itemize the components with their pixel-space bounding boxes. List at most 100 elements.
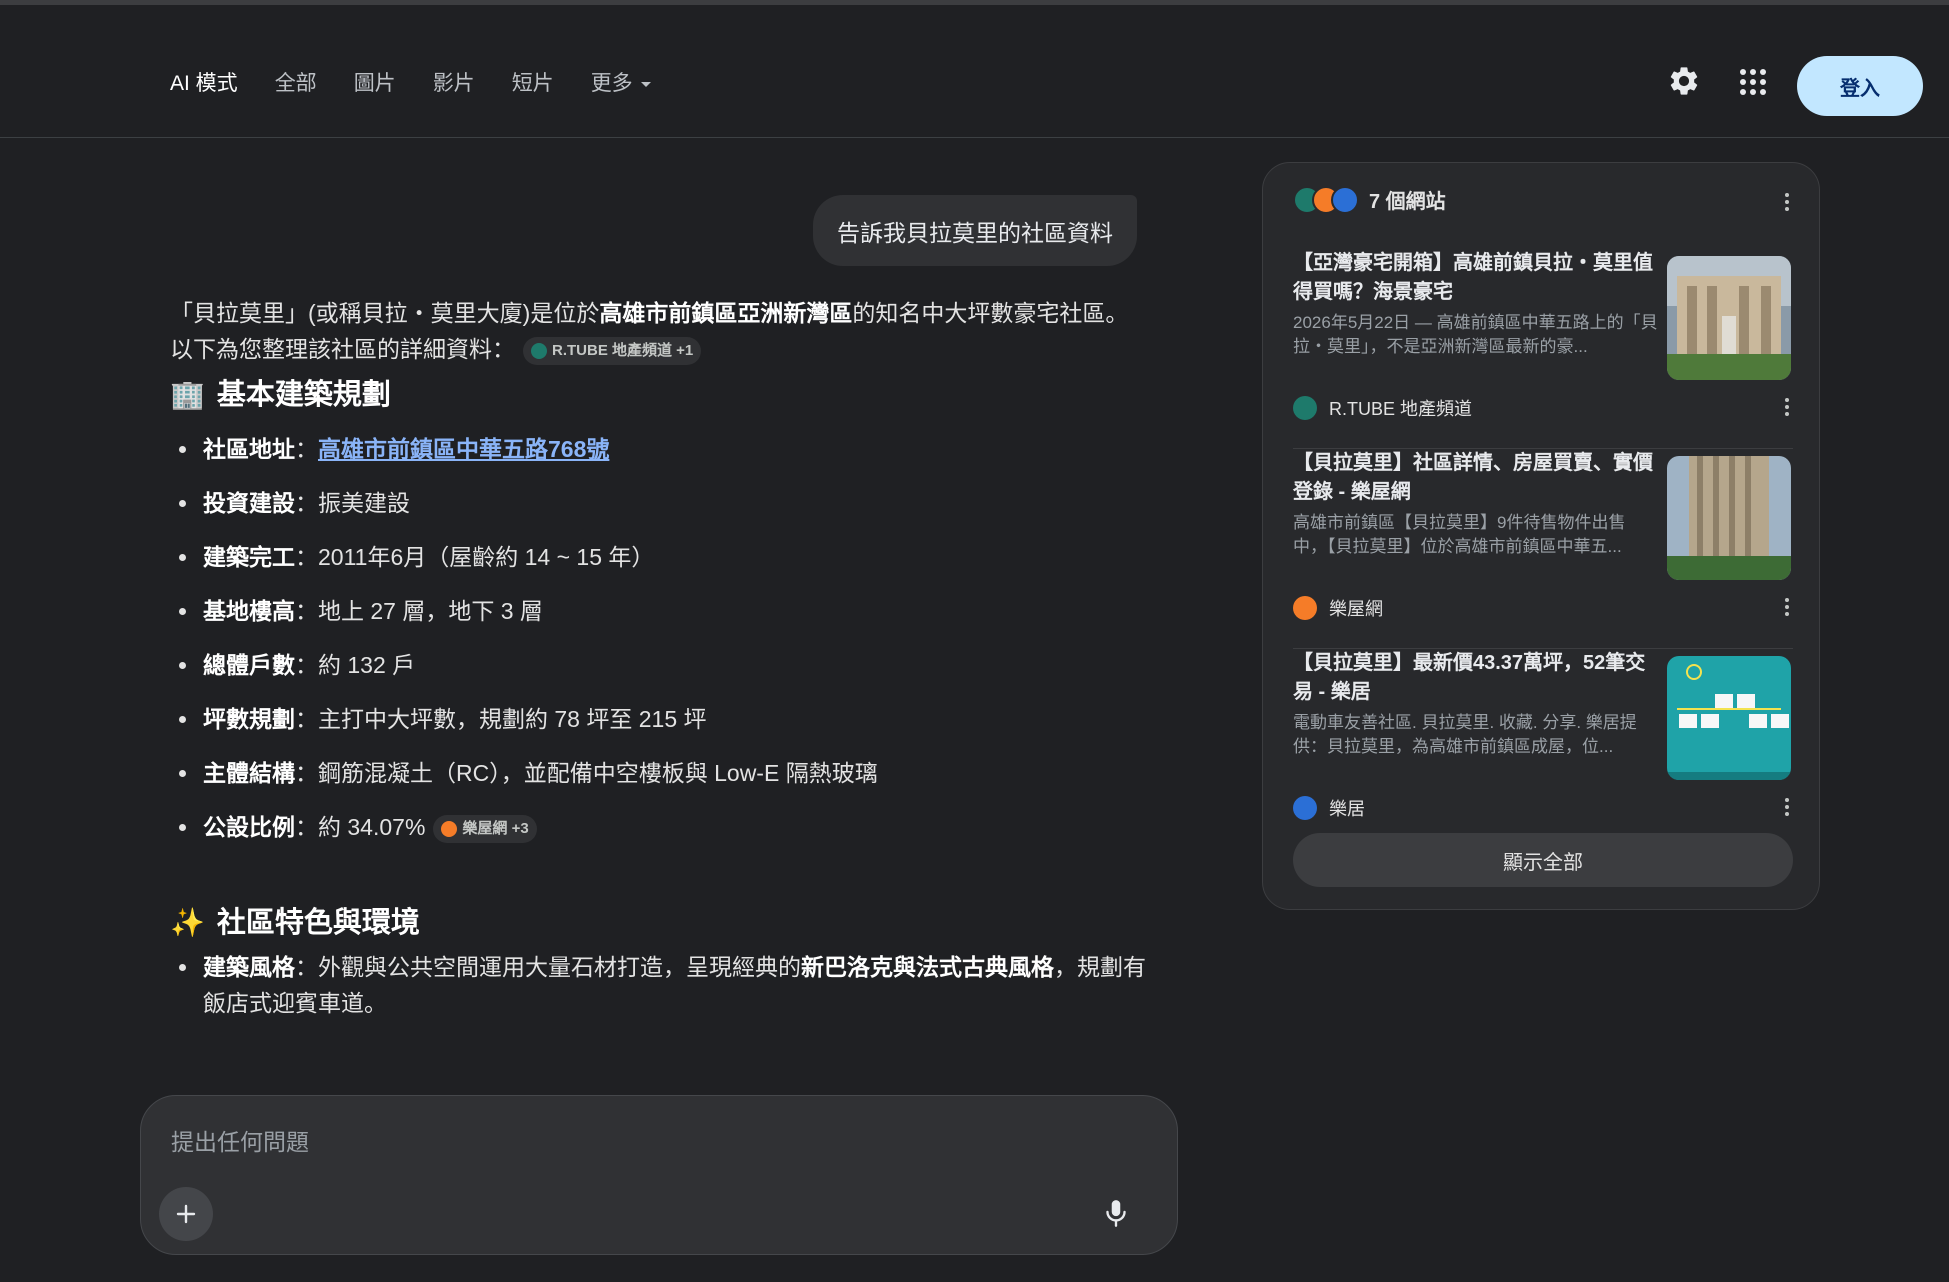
citation-chip-rakuya[interactable]: 樂屋網 +3 [433, 814, 537, 843]
tab-more[interactable]: 更多 [591, 67, 651, 97]
source-site[interactable]: 樂屋網 [1293, 595, 1383, 621]
caret-down-icon [640, 81, 651, 87]
item-sep: ： [295, 706, 318, 732]
fact-list-features: 建築風格：外觀與公共空間運用大量石材打造，呈現經典的新巴洛克與法式古典風格，規劃… [170, 949, 1150, 1021]
intro-bold-location: 高雄市前鎮區亞洲新灣區 [599, 300, 853, 326]
rakuya-favicon-icon [1293, 596, 1317, 620]
tab-videos[interactable]: 影片 [433, 67, 475, 97]
item-value: 2011年6月（屋齡約 14 ~ 15 年） [318, 544, 655, 570]
login-button[interactable]: 登入 [1797, 56, 1923, 116]
tab-more-label: 更多 [590, 72, 633, 95]
section-title: 基本建築規劃 [216, 379, 391, 411]
prompt-input[interactable] [169, 1124, 1073, 1160]
source-site[interactable]: 樂居 [1293, 795, 1365, 821]
source-title[interactable]: 【亞灣豪宅開箱】高雄前鎮貝拉・莫里值得買嗎？海景豪宅 [1293, 249, 1659, 307]
item-sep: ： [295, 814, 318, 840]
citation-chip-label: 樂屋網 +3 [462, 819, 529, 837]
more-vert-icon[interactable] [1777, 392, 1797, 422]
source-snippet: 2026年5月22日 — 高雄前鎮區中華五路上的「貝拉・莫里」，不是亞洲新灣區最… [1293, 313, 1658, 356]
item-label: 建築風格 [203, 954, 295, 980]
list-item: 公設比例：約 34.07% 樂屋網 +3 [170, 809, 1150, 845]
section-title: 社區特色與環境 [216, 907, 420, 939]
item-text-1: 外觀與公共空間運用大量石材打造，呈現經典的 [318, 954, 801, 980]
item-sep: ： [295, 760, 318, 786]
item-value: 鋼筋混凝土（RC），並配備中空樓板與 Low-E 隔熱玻璃 [318, 760, 878, 786]
item-label: 主體結構 [203, 760, 295, 786]
source-name: 樂居 [1329, 799, 1365, 819]
item-label: 公設比例 [203, 814, 295, 840]
address-link[interactable]: 高雄市前鎮區中華五路768號 [318, 436, 609, 462]
item-label: 坪數規劃 [203, 706, 295, 732]
list-item: 社區地址：高雄市前鎮區中華五路768號 [170, 431, 1150, 467]
plus-icon[interactable] [159, 1187, 213, 1241]
user-query-bubble: 告訴我貝拉莫里的社區資料 [813, 195, 1137, 266]
list-item: 坪數規劃：主打中大坪數，規劃約 78 坪至 215 坪 [170, 701, 1150, 737]
list-item: 基地樓高：地上 27 層，地下 3 層 [170, 593, 1150, 629]
source-snippet: 高雄市前鎮區【貝拉莫里】9件待售物件出售中，【貝拉莫里】位於高雄市前鎮區中華五.… [1293, 513, 1626, 556]
item-label: 總體戶數 [203, 652, 295, 678]
citation-chip-label: R.TUBE 地產頻道 +1 [552, 341, 694, 359]
source-thumbnail[interactable] [1667, 456, 1791, 580]
item-value: 約 132 戶 [318, 652, 416, 678]
tab-all[interactable]: 全部 [275, 67, 317, 97]
sources-header: 7 個網站 [1293, 185, 1446, 214]
item-label: 基地樓高 [203, 598, 295, 624]
tab-ai-mode[interactable]: AI 模式 [170, 67, 238, 97]
leju-favicon-icon [1293, 796, 1317, 820]
item-value: 主打中大坪數，規劃約 78 坪至 215 坪 [318, 706, 707, 732]
source-card[interactable]: 【亞灣豪宅開箱】高雄前鎮貝拉・莫里值得買嗎？海景豪宅 2026年5月22日 — … [1293, 249, 1793, 443]
fact-list-basic: 社區地址：高雄市前鎮區中華五路768號 投資建設：振美建設 建築完工：2011年… [170, 431, 1150, 845]
list-item: 主體結構：鋼筋混凝土（RC），並配備中空樓板與 Low-E 隔熱玻璃 [170, 755, 1150, 791]
item-value: 振美建設 [318, 490, 410, 516]
show-all-button[interactable]: 顯示全部 [1293, 833, 1793, 887]
sources-count: 7 個網站 [1369, 191, 1446, 213]
source-favicons [1293, 185, 1359, 214]
item-label: 社區地址 [203, 436, 295, 462]
source-thumbnail[interactable] [1667, 656, 1791, 780]
gear-icon[interactable] [1667, 64, 1701, 98]
rtube-logo-icon [531, 342, 547, 359]
sparkles-icon: ✨ [170, 907, 205, 938]
source-card[interactable]: 【貝拉莫里】社區詳情、房屋買賣、實價登錄 - 樂屋網 高雄市前鎮區【貝拉莫里】9… [1293, 449, 1793, 643]
mic-icon[interactable] [1096, 1194, 1136, 1234]
source-title[interactable]: 【貝拉莫里】社區詳情、房屋買賣、實價登錄 - 樂屋網 [1293, 449, 1659, 507]
sources-panel: 7 個網站 【亞灣豪宅開箱】高雄前鎮貝拉・莫里值得買嗎？海景豪宅 2026年5月… [1262, 162, 1820, 910]
more-vert-icon[interactable] [1777, 792, 1797, 822]
item-label: 建築完工 [203, 544, 295, 570]
list-item: 總體戶數：約 132 戶 [170, 647, 1150, 683]
source-thumbnail[interactable] [1667, 256, 1791, 380]
list-item: 投資建設：振美建設 [170, 485, 1150, 521]
ai-answer: 「貝拉莫里」(或稱貝拉・莫里大廈)是位於高雄市前鎮區亞洲新灣區的知名中大坪數豪宅… [170, 295, 1150, 1016]
source-title[interactable]: 【貝拉莫里】最新價43.37萬坪，52筆交易 - 樂居 [1293, 649, 1659, 707]
item-sep: ： [295, 652, 318, 678]
apps-grid-icon[interactable] [1740, 69, 1766, 95]
source-name: R.TUBE 地產頻道 [1329, 399, 1473, 419]
more-vert-icon[interactable] [1777, 187, 1797, 217]
answer-intro: 「貝拉莫里」(或稱貝拉・莫里大廈)是位於高雄市前鎮區亞洲新灣區的知名中大坪數豪宅… [170, 295, 1150, 367]
tab-images[interactable]: 圖片 [354, 67, 396, 97]
source-name: 樂屋網 [1329, 599, 1383, 619]
search-tabs: AI 模式 全部 圖片 影片 短片 更多 [170, 67, 688, 97]
rakuya-logo-icon [441, 820, 458, 837]
item-sep: ： [295, 436, 318, 462]
source-snippet: 電動車友善社區. 貝拉莫里. 收藏. 分享. 樂居提供：貝拉莫里，為高雄市前鎮區… [1293, 713, 1637, 756]
more-vert-icon[interactable] [1777, 592, 1797, 622]
top-bar: AI 模式 全部 圖片 影片 短片 更多 登入 [0, 5, 1949, 138]
source-card[interactable]: 【貝拉莫里】最新價43.37萬坪，52筆交易 - 樂居 電動車友善社區. 貝拉莫… [1293, 649, 1793, 843]
item-sep: ： [295, 598, 318, 624]
citation-chip-rtube[interactable]: R.TUBE 地產頻道 +1 [523, 336, 702, 365]
prompt-composer [140, 1095, 1178, 1255]
item-value: 約 34.07% [318, 814, 426, 840]
item-value: 地上 27 層，地下 3 層 [318, 598, 543, 624]
source-site[interactable]: R.TUBE 地產頻道 [1293, 395, 1472, 421]
building-icon: 🏢 [170, 379, 205, 410]
tab-shorts[interactable]: 短片 [512, 67, 554, 97]
list-item: 建築風格：外觀與公共空間運用大量石材打造，呈現經典的新巴洛克與法式古典風格，規劃… [170, 949, 1150, 1021]
leju-favicon-icon [1331, 185, 1359, 214]
rtube-favicon-icon [1293, 396, 1317, 420]
item-sep: ： [295, 490, 318, 516]
item-label: 投資建設 [203, 490, 295, 516]
item-sep: ： [295, 544, 318, 570]
section-heading-basic: 🏢 基本建築規劃 [170, 377, 391, 413]
intro-text-1: 「貝拉莫里」(或稱貝拉・莫里大廈)是位於 [170, 300, 600, 326]
